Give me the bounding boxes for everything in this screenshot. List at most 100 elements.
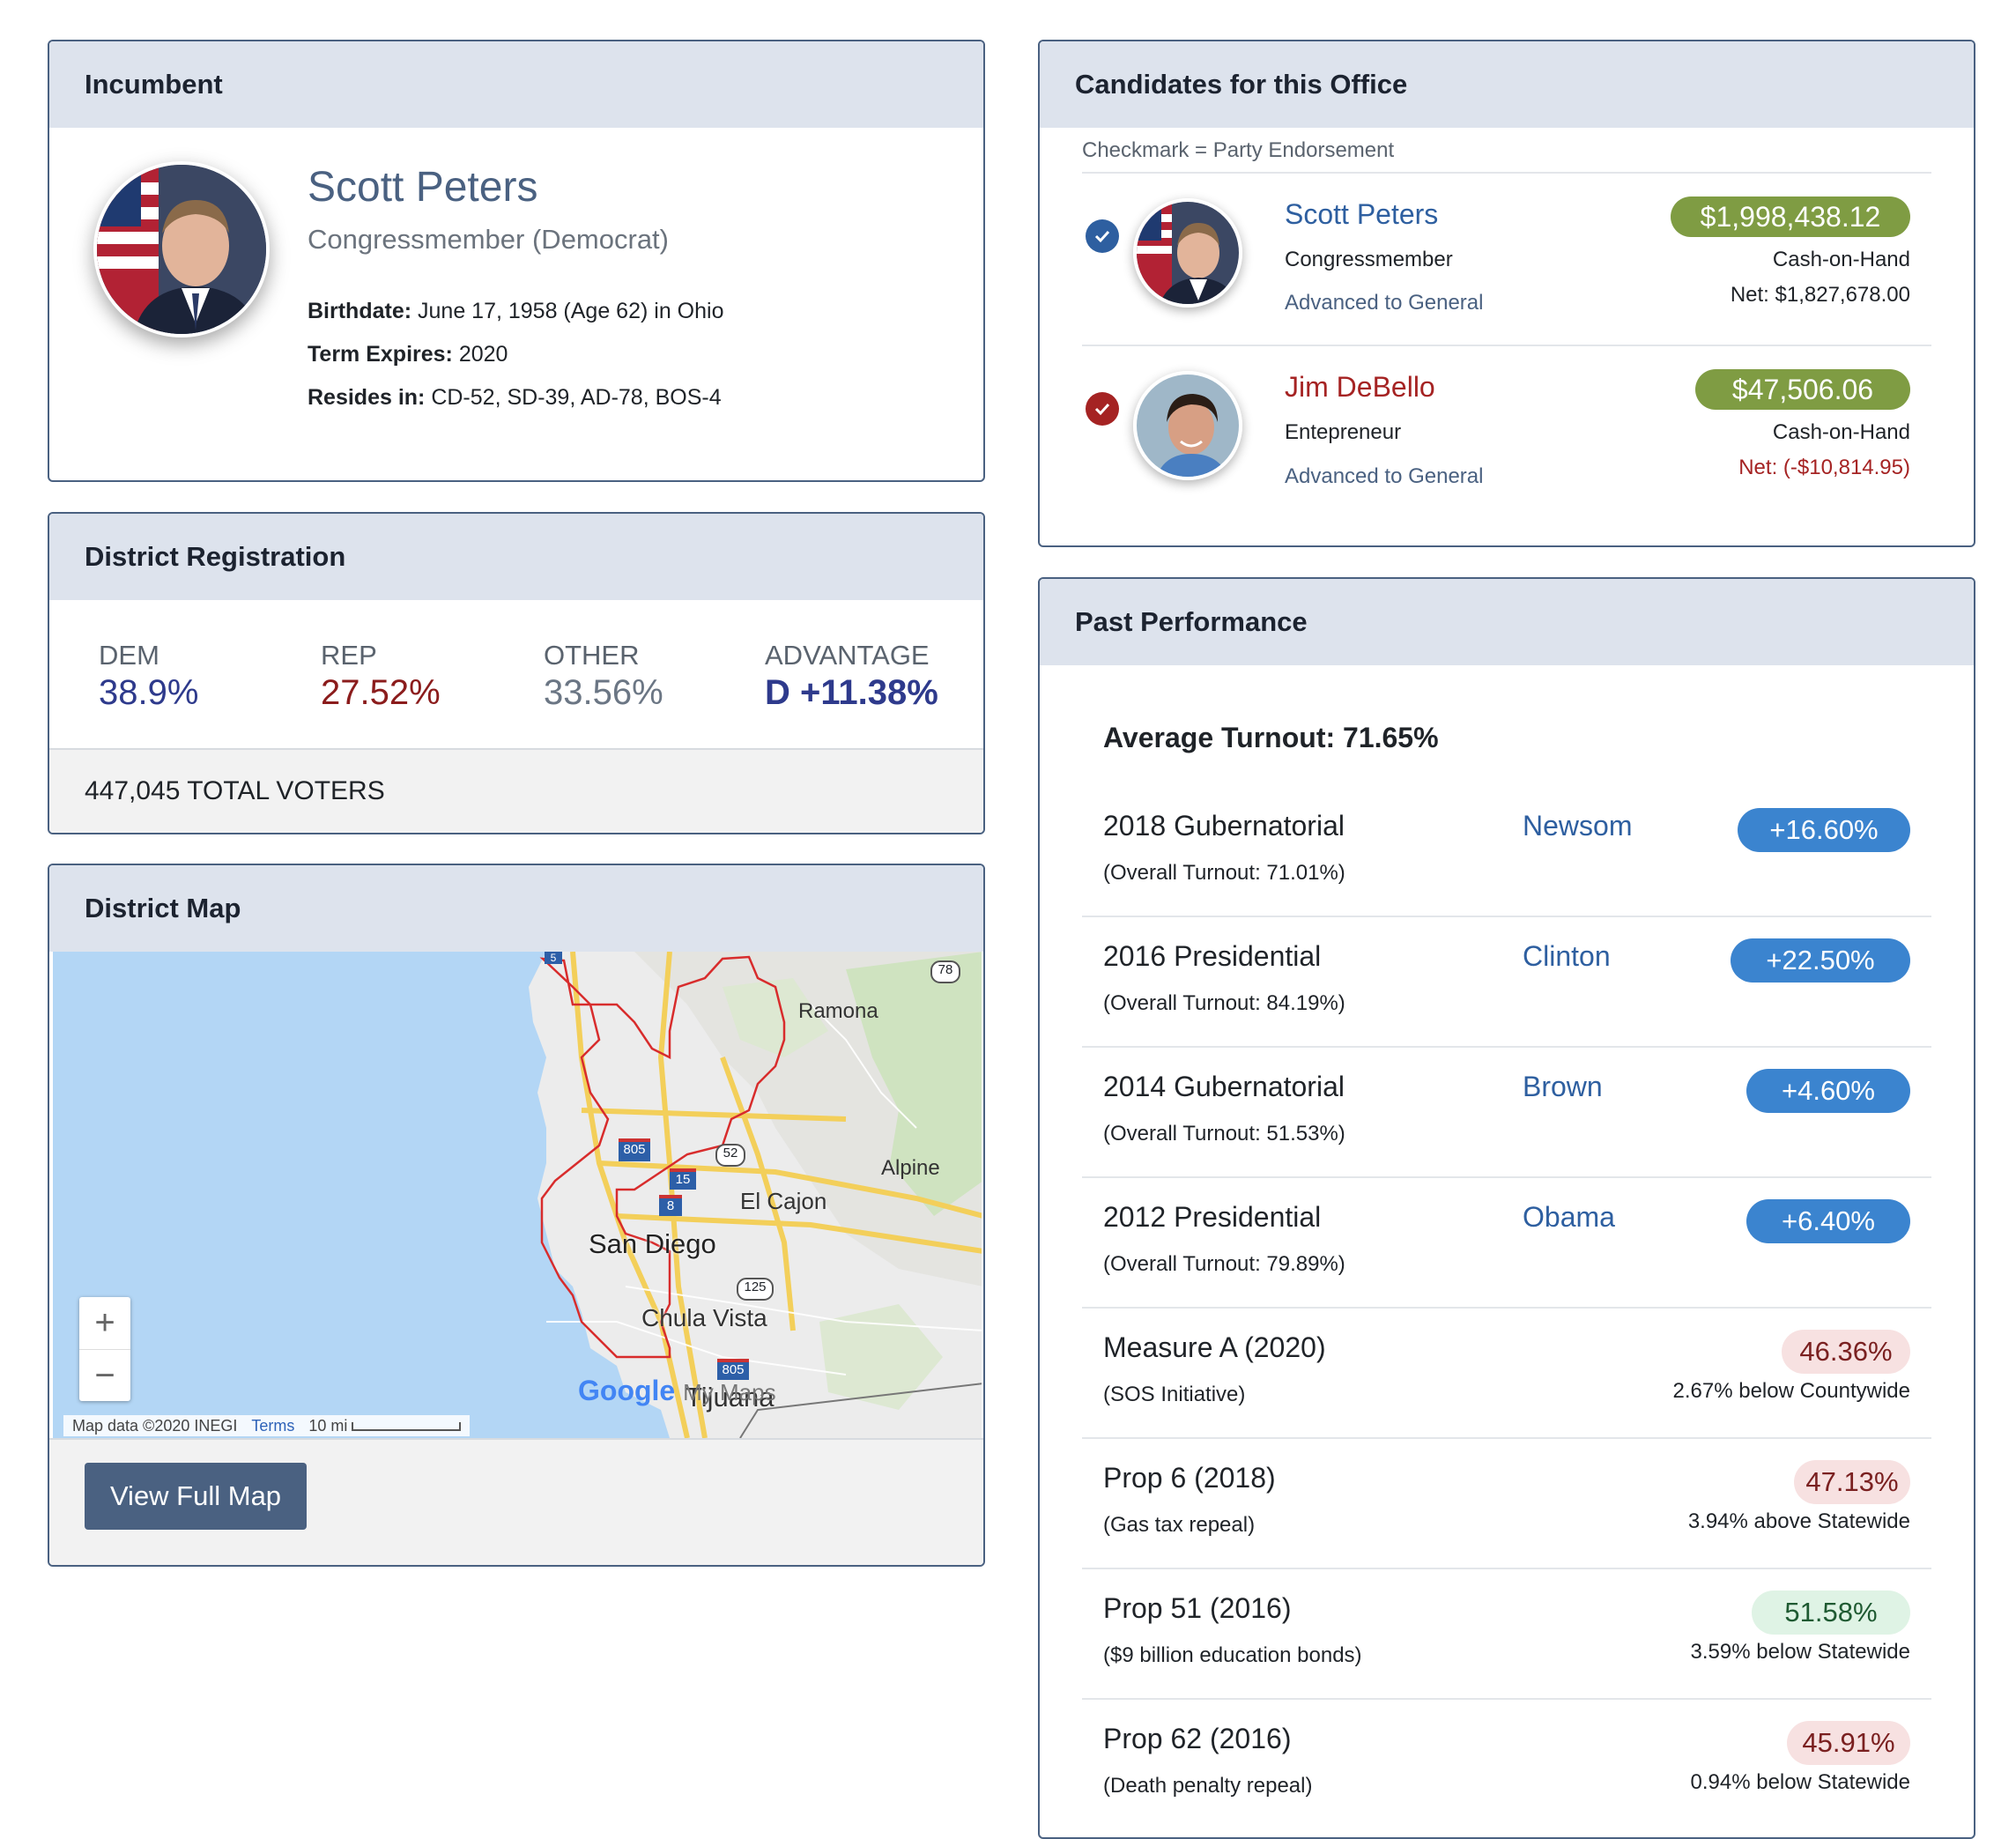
endorsement-note: Checkmark = Party Endorsement [1082, 138, 1395, 162]
reg-advantage: ADVANTAGE D +11.38% [765, 640, 938, 713]
map-label-ramona: Ramona [798, 999, 878, 1023]
election-turnout: (Overall Turnout: 79.89%) [1103, 1252, 1345, 1276]
election-winner[interactable]: Newsom [1523, 810, 1632, 842]
measure-description: (SOS Initiative) [1103, 1383, 1246, 1406]
registration-card: District Registration DEM 38.9% REP 27.5… [48, 512, 985, 834]
birthdate-fact: Birthdate: June 17, 1958 (Age 62) in Ohi… [308, 299, 723, 324]
candidate-status-debello: Advanced to General [1285, 464, 1484, 488]
measure-description: ($9 billion education bonds) [1103, 1643, 1362, 1667]
measure-name[interactable]: Prop 51 (2016) [1103, 1592, 1291, 1625]
candidates-header: Candidates for this Office [1040, 41, 1974, 128]
measure-row: Prop 51 (2016) ($9 billion education bon… [1082, 1569, 1931, 1700]
reg-advantage-value: D +11.38% [765, 673, 938, 712]
average-turnout: Average Turnout: 71.65% [1103, 722, 1439, 753]
cash-label-peters: Cash-on-Hand [1772, 248, 1910, 271]
map-scale-label: 10 mi [308, 1416, 348, 1435]
measure-result-badge: 46.36% [1782, 1330, 1910, 1374]
measure-result-badge: 45.91% [1787, 1721, 1910, 1765]
measure-name[interactable]: Prop 62 (2016) [1103, 1723, 1291, 1755]
candidate-name-peters[interactable]: Scott Peters [1285, 198, 1438, 231]
election-row: 2018 Gubernatorial (Overall Turnout: 71.… [1082, 787, 1931, 917]
district-map[interactable]: Ramona Alpine El Cajon San Diego Chula V… [53, 952, 982, 1438]
cash-badge-peters: $1,998,438.12 [1671, 197, 1910, 237]
reg-dem-label: DEM [99, 640, 159, 671]
endorsement-check-icon [1086, 219, 1119, 253]
election-row: 2012 Presidential (Overall Turnout: 79.8… [1082, 1178, 1931, 1309]
reg-rep: REP 27.52% [321, 640, 441, 713]
total-voters-text: 447,045 TOTAL VOTERS [85, 776, 385, 805]
map-header: District Map [49, 865, 983, 952]
map-card: District Map Ramona Alpine El Cajon San … [48, 864, 985, 1567]
measure-row: Measure A (2020) (SOS Initiative) 46.36%… [1082, 1309, 1931, 1439]
incumbent-card: Incumbent Scott Peters Congressmember (D… [48, 40, 985, 482]
candidate-status-peters: Advanced to General [1285, 291, 1484, 315]
term-value: 2020 [458, 342, 508, 367]
incumbent-header: Incumbent [49, 41, 983, 128]
zoom-in-button[interactable]: + [79, 1297, 130, 1350]
resides-label: Resides in: [308, 385, 426, 410]
measure-result-badge: 51.58% [1752, 1591, 1910, 1635]
election-name: 2014 Gubernatorial [1103, 1071, 1345, 1102]
map-label-chula-vista: Chula Vista [641, 1304, 767, 1331]
incumbent-role: Congressmember (Democrat) [308, 224, 669, 255]
measure-name[interactable]: Measure A (2020) [1103, 1331, 1326, 1364]
measure-comparison: 3.59% below Statewide [1690, 1640, 1911, 1664]
candidate-photo-debello [1133, 371, 1242, 480]
view-full-map-button[interactable]: View Full Map [85, 1463, 307, 1530]
incumbent-name[interactable]: Scott Peters [308, 163, 537, 211]
map-label-el-cajon: El Cajon [740, 1188, 827, 1214]
measure-row: Prop 62 (2016) (Death penalty repeal) 45… [1082, 1700, 1931, 1830]
measure-comparison: 0.94% below Statewide [1690, 1770, 1911, 1794]
resides-value: CD-52, SD-39, AD-78, BOS-4 [431, 385, 722, 410]
reg-advantage-label: ADVANTAGE [765, 640, 930, 671]
reg-rep-value: 27.52% [321, 673, 441, 712]
reg-dem: DEM 38.9% [99, 640, 198, 713]
total-voters: 447,045 TOTAL VOTERS [49, 748, 983, 833]
my-maps-text: My Maps [683, 1379, 776, 1405]
term-fact: Term Expires: 2020 [308, 342, 508, 367]
reg-rep-label: REP [321, 640, 377, 671]
cash-badge-debello: $47,506.06 [1695, 369, 1910, 410]
measure-comparison: 2.67% below Countywide [1672, 1379, 1911, 1403]
zoom-out-button[interactable]: − [79, 1350, 130, 1402]
candidate-occupation-debello: Entepreneur [1285, 420, 1402, 444]
map-terms-link[interactable]: Terms [251, 1417, 294, 1435]
election-winner[interactable]: Obama [1523, 1201, 1615, 1234]
birthdate-value: June 17, 1958 (Age 62) in Ohio [418, 299, 724, 323]
election-name: 2012 Presidential [1103, 1201, 1322, 1233]
election-turnout: (Overall Turnout: 51.53%) [1103, 1122, 1345, 1146]
map-zoom-control: + − [79, 1297, 130, 1401]
interstate-805-shield: 805 [619, 1138, 650, 1161]
map-label-san-diego: San Diego [589, 1228, 716, 1259]
birthdate-label: Birthdate: [308, 299, 412, 323]
route-125-shield: 125 [737, 1278, 774, 1301]
term-label: Term Expires: [308, 342, 453, 367]
candidate-name-debello[interactable]: Jim DeBello [1285, 371, 1435, 404]
map-attribution: Map data ©2020 INEGI Terms 10 mi [63, 1415, 471, 1436]
net-value-debello: Net: (-$10,814.95) [1738, 456, 1910, 479]
cash-label-debello: Cash-on-Hand [1772, 420, 1910, 444]
measure-comparison: 3.94% above Statewide [1687, 1509, 1910, 1533]
election-margin-badge: +4.60% [1746, 1069, 1910, 1113]
election-winner[interactable]: Clinton [1523, 940, 1611, 973]
election-row: 2016 Presidential (Overall Turnout: 84.1… [1082, 917, 1931, 1048]
election-winner[interactable]: Brown [1523, 1071, 1603, 1103]
election-margin-badge: +6.40% [1746, 1199, 1910, 1243]
reg-other-label: OTHER [544, 640, 640, 671]
past-performance-card: Past Performance Average Turnout: 71.65%… [1038, 577, 1975, 1839]
divider [1082, 172, 1931, 174]
interstate-8-shield: 8 [659, 1195, 682, 1216]
election-margin-badge: +22.50% [1731, 938, 1910, 983]
route-52-shield: 52 [715, 1144, 745, 1167]
resides-fact: Resides in: CD-52, SD-39, AD-78, BOS-4 [308, 385, 722, 411]
election-row: 2014 Gubernatorial (Overall Turnout: 51.… [1082, 1048, 1931, 1178]
election-name: 2018 Gubernatorial [1103, 810, 1345, 842]
net-value-peters: Net: $1,827,678.00 [1730, 283, 1910, 307]
measure-description: (Death penalty repeal) [1103, 1774, 1313, 1798]
map-scale-bar [352, 1421, 462, 1431]
past-performance-header: Past Performance [1040, 579, 1974, 665]
incumbent-photo [93, 161, 270, 337]
endorsement-check-icon [1086, 392, 1119, 426]
reg-dem-value: 38.9% [99, 673, 199, 712]
measure-name[interactable]: Prop 6 (2018) [1103, 1462, 1276, 1494]
